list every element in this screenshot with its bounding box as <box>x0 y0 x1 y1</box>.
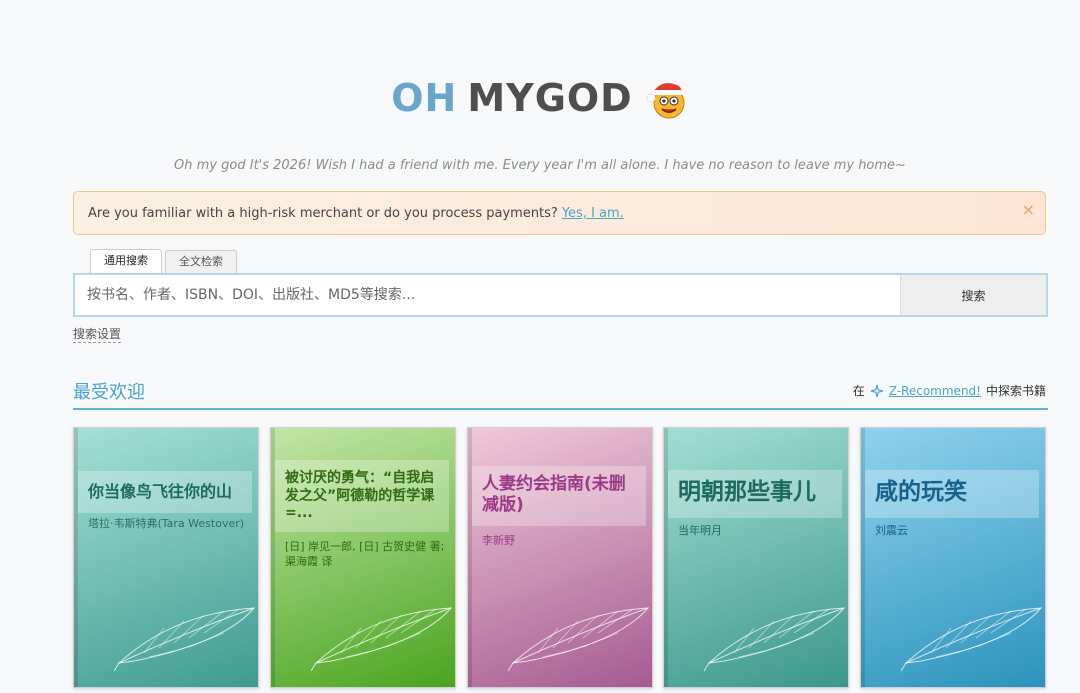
book-author: 塔拉·韦斯特弗(Tara Westover) <box>88 517 245 530</box>
book-title: 你当像鸟飞往你的山 <box>88 482 233 501</box>
book-card[interactable]: 你当像鸟飞往你的山 塔拉·韦斯特弗(Tara Westover) <box>73 427 259 688</box>
z-recommend-link[interactable]: Z-Recommend! <box>889 384 981 398</box>
book-author: 当年明月 <box>678 524 722 537</box>
book-spine <box>664 428 668 687</box>
site-logo[interactable]: OH MYGOD <box>0 76 1080 126</box>
book-title: 被讨厌的勇气：“自我启发之父”阿德勒的哲学课 =... <box>285 470 435 521</box>
book-title: 人妻约会指南(未删减版) <box>482 474 626 516</box>
feather-icon <box>311 607 453 672</box>
search-settings-link[interactable]: 搜索设置 <box>73 325 122 343</box>
notice-text: Are you familiar with a high-risk mercha… <box>88 205 558 221</box>
search-input[interactable] <box>75 275 900 315</box>
logo-text-mygod: MYGOD <box>467 76 633 120</box>
book-author: 刘震云 <box>875 524 908 537</box>
popular-section-title: 最受欢迎 <box>73 382 145 403</box>
feather-icon <box>508 607 650 672</box>
close-icon[interactable]: × <box>1022 200 1035 219</box>
book-card[interactable]: 人妻约会指南(未删减版) 李新野 <box>467 427 653 688</box>
promo-prefix: 在 <box>852 384 865 398</box>
sparkle-icon <box>870 384 883 397</box>
tab-general-search[interactable]: 通用搜索 <box>90 249 162 274</box>
book-spine <box>74 428 78 687</box>
logo-text-oh: OH <box>391 76 458 120</box>
search-tabs: 通用搜索 全文检索 <box>90 249 237 274</box>
z-recommend-promo: 在 Z-Recommend! 中探索书籍 <box>853 382 1046 399</box>
notice-link[interactable]: Yes, I am. <box>562 206 624 221</box>
book-card[interactable]: 咸的玩笑 刘震云 <box>860 427 1046 688</box>
book-author: 李新野 <box>482 534 515 547</box>
feather-icon <box>704 607 846 672</box>
feather-icon <box>114 607 256 672</box>
tab-fulltext-search[interactable]: 全文检索 <box>165 250 237 273</box>
book-author: [日] 岸见一郎, [日] 古贺史健 著; 渠海霞 译 <box>285 540 445 568</box>
feather-icon <box>901 607 1043 672</box>
section-divider <box>73 408 1048 410</box>
book-card[interactable]: 明朝那些事儿 当年明月 <box>663 427 849 688</box>
search-bar: 搜索 <box>73 273 1048 317</box>
book-title: 明朝那些事儿 <box>678 479 816 505</box>
promo-suffix: 中探索书籍 <box>985 384 1046 398</box>
search-button[interactable]: 搜索 <box>900 275 1046 315</box>
santa-emoji-icon <box>646 83 685 119</box>
notice-banner: Are you familiar with a high-risk mercha… <box>73 191 1046 235</box>
book-card[interactable]: 被讨厌的勇气：“自我启发之父”阿德勒的哲学课 =... [日] 岸见一郎, [日… <box>270 427 456 688</box>
site-tagline: Oh my god It's 2026! Wish I had a friend… <box>174 158 906 173</box>
book-spine <box>861 428 865 687</box>
book-title: 咸的玩笑 <box>875 479 967 505</box>
